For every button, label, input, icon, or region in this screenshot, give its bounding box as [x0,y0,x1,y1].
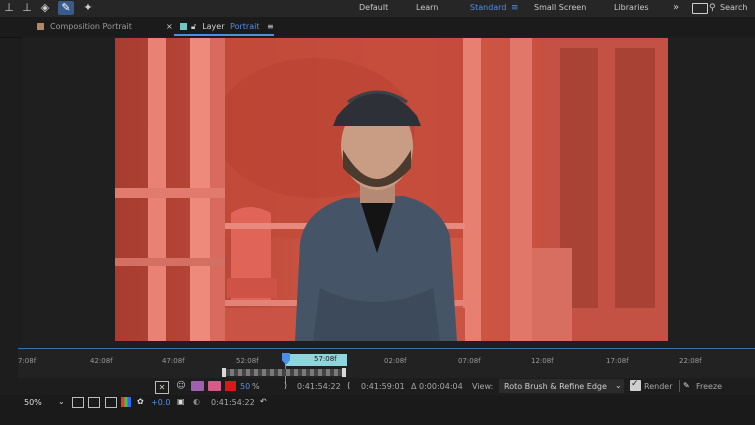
channels-icon[interactable] [121,397,131,407]
overlay-opacity-percent: % [252,382,260,391]
panel-layout-icon[interactable] [692,3,708,14]
out-time-value[interactable]: 0:41:59:01 [361,382,405,391]
workspace-default[interactable]: Default [359,3,388,13]
alpha-view-icon[interactable] [191,381,204,391]
clone-stamp-tool-icon[interactable]: ⊥ [19,1,35,15]
overflow-chevron-icon[interactable]: » [673,3,679,13]
x-toggle-icon[interactable]: ✕ [155,381,169,394]
overlay-color-swatch[interactable] [225,381,236,391]
close-icon[interactable]: × [166,20,173,34]
view-select-value: Roto Brush & Refine Edge [504,382,607,391]
chevron-down-icon[interactable]: ⌄ [58,397,65,406]
freeze-button[interactable]: Freeze [696,382,722,391]
roto-brush-tool-icon[interactable]: ✎ [58,1,74,15]
divider [679,380,680,392]
tick-label: 07:08f [458,357,481,365]
render-checkbox[interactable]: ✓ [630,379,641,391]
person-icon[interactable]: ☺ [176,381,186,391]
safe-zones-icon[interactable] [88,397,100,408]
search-label[interactable]: Search [720,3,747,13]
view-label: View: [472,382,494,391]
composition-icon [37,23,44,30]
tab-layer-prefix: Layer [202,22,225,31]
reset-exposure-icon[interactable]: ↶ [260,397,267,406]
tab-layer[interactable]: 🔓︎ Layer Portrait ≡ [180,20,274,34]
fit-icon[interactable] [72,397,84,408]
tick-label: 17:08f [606,357,629,365]
tab-composition-label: Composition Portrait [50,22,132,31]
duration-value: Δ 0:00:04:04 [411,382,463,391]
timeline-current-label: 57:08f [314,355,337,363]
workspace-menu-icon[interactable]: ≡ [511,3,519,13]
checkmark-icon: ✓ [631,379,639,389]
current-time-value[interactable]: 0:41:54:22 [211,398,255,407]
lock-icon[interactable]: 🔓︎ [191,22,196,31]
freeze-icon[interactable]: ✎ [683,381,690,390]
tools-panel: ⊥ ⊥ ◈ ✎ ✦ Default Learn Standard ≡ Small… [0,0,755,17]
tab-layer-name: Portrait [230,22,260,31]
search-icon[interactable]: ⚲ [709,3,716,13]
active-tab-indicator [174,34,274,36]
tick-label: 02:08f [384,357,407,365]
color-management-icon[interactable]: ✿ [137,397,144,406]
render-label: Render [644,382,673,391]
brush-tool-icon[interactable]: ⊥ [1,1,17,15]
tick-label: 7:08f [18,357,37,365]
workspace-small-screen[interactable]: Small Screen [534,3,586,13]
viewer-tab-bar: Composition Portrait × 🔓︎ Layer Portrait … [0,17,755,38]
exposure-value[interactable]: +0.0 [151,398,170,407]
eraser-tool-icon[interactable]: ◈ [37,1,53,15]
portrait-photo-with-roto-overlay [115,38,668,341]
layer-icon [180,23,187,30]
grid-icon[interactable] [105,397,117,408]
layer-frame-image[interactable] [115,38,668,341]
show-snapshot-icon[interactable]: ◐ [193,397,200,406]
propagation-frames-bar [222,369,344,376]
workspace-standard[interactable]: Standard [470,3,506,13]
span-end-handle[interactable] [342,368,346,377]
tab-composition[interactable]: Composition Portrait [37,20,132,34]
tick-label: 47:08f [162,357,185,365]
tick-label: 12:08f [531,357,554,365]
snapshot-icon[interactable]: ▣ [177,397,185,406]
workspace-learn[interactable]: Learn [416,3,438,13]
span-start-handle[interactable] [222,368,226,377]
set-out-icon[interactable]: ⟨ [347,381,350,390]
tick-label: 52:08f [236,357,259,365]
chevron-down-icon: ⌄ [615,381,622,390]
timeline-top-line [18,348,755,349]
in-time-value[interactable]: 0:41:54:22 [297,382,341,391]
overlay-opacity-value[interactable]: 50 [240,382,250,391]
alpha-boundary-icon[interactable] [208,381,221,391]
puppet-pin-tool-icon[interactable]: ✦ [80,1,96,15]
tab-menu-icon[interactable]: ≡ [267,22,274,31]
view-select[interactable]: Roto Brush & Refine Edge ⌄ [499,379,624,393]
magnification-select[interactable]: 50% [24,398,42,407]
tick-label: 22:08f [679,357,702,365]
tick-label: 42:08f [90,357,113,365]
set-in-icon[interactable]: ⟩ [284,381,287,390]
workspace-libraries[interactable]: Libraries [614,3,649,13]
